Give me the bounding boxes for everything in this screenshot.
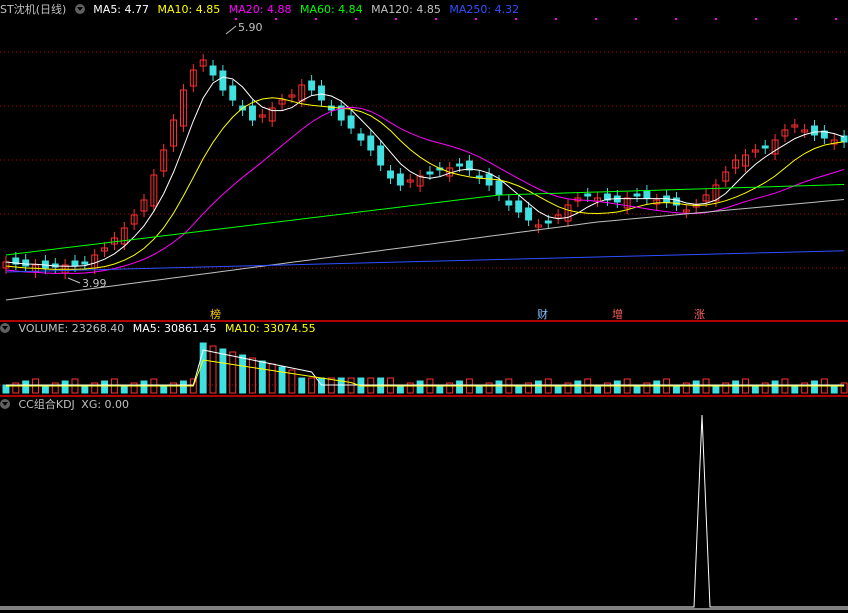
volume-bar (732, 380, 740, 394)
candle-body (811, 125, 818, 136)
candle-body (71, 260, 79, 267)
candle-body (209, 65, 217, 76)
volume-bar (239, 354, 247, 394)
volume-bar (179, 380, 187, 394)
candle-body (495, 180, 503, 196)
volume-bar (534, 380, 542, 394)
candle-body (456, 163, 463, 167)
signal-dot (475, 18, 477, 20)
ma10-line (5, 97, 845, 270)
signal-dot (555, 18, 557, 20)
signal-dot (275, 18, 277, 20)
signal-dot (795, 18, 797, 20)
volume-bar (219, 348, 227, 394)
volume-bar (61, 380, 69, 394)
candle-body (515, 200, 523, 213)
candle-body (377, 145, 385, 166)
signal-dot (355, 18, 357, 20)
signal-dot (515, 18, 517, 20)
signal-dot (835, 18, 837, 20)
signal-dot (755, 18, 757, 20)
volume-bar (278, 366, 286, 394)
candle-body (22, 259, 30, 267)
volume-bar (249, 357, 256, 394)
volume-bar (811, 380, 818, 394)
candle-body (396, 173, 404, 186)
candle-body (357, 133, 365, 141)
volume-bar (101, 380, 109, 394)
candle-body (505, 200, 513, 206)
candle-body (525, 207, 533, 221)
volume-bar (140, 380, 148, 394)
volume-bar (456, 380, 463, 394)
volume-bar (574, 380, 582, 394)
candle-body (367, 135, 375, 151)
high-price-label: 5.90 (238, 21, 263, 34)
signal-dot (435, 18, 437, 20)
volume-bar (416, 380, 424, 394)
kdj-signal-line (0, 414, 848, 608)
volume-bar (771, 380, 779, 394)
volume-bar (298, 377, 306, 394)
candle-body (219, 70, 227, 91)
candle-body (81, 261, 89, 265)
candle-body (318, 85, 325, 101)
candle-body (761, 145, 769, 149)
candle-body (308, 80, 316, 91)
volume-bar (495, 380, 503, 394)
volume-bar (692, 380, 700, 394)
signal-dot (315, 18, 317, 20)
low-pointer (67, 277, 81, 284)
candlestick-chart[interactable]: 5.90 3.99 (0, 0, 848, 613)
candle-body (633, 193, 641, 197)
volume-bar (22, 380, 30, 394)
volume-bar (653, 380, 661, 394)
volume-bar (209, 345, 217, 394)
signal-dot (395, 18, 397, 20)
ma250-line (5, 250, 845, 273)
signal-dot (595, 18, 597, 20)
signal-dot (235, 18, 237, 20)
candle-body (584, 193, 592, 197)
candle-body (387, 170, 394, 179)
candle-body (544, 220, 552, 224)
volume-ma5-line (5, 349, 845, 386)
volume-bar (229, 351, 237, 394)
candle-body (643, 190, 651, 199)
signal-dot (635, 18, 637, 20)
volume-ma10-line (5, 359, 845, 387)
volume-bar (613, 380, 621, 394)
high-pointer (225, 25, 237, 35)
candle-body (426, 171, 434, 175)
signal-dot (715, 18, 717, 20)
low-price-label: 3.99 (82, 277, 107, 290)
candle-body (229, 85, 237, 101)
volume-bar (308, 377, 316, 394)
candle-body (249, 105, 256, 121)
ma5-line (5, 76, 845, 267)
candle-body (347, 115, 355, 129)
signal-dot (675, 18, 677, 20)
volume-bar (268, 363, 276, 394)
volume-bar (258, 360, 266, 394)
